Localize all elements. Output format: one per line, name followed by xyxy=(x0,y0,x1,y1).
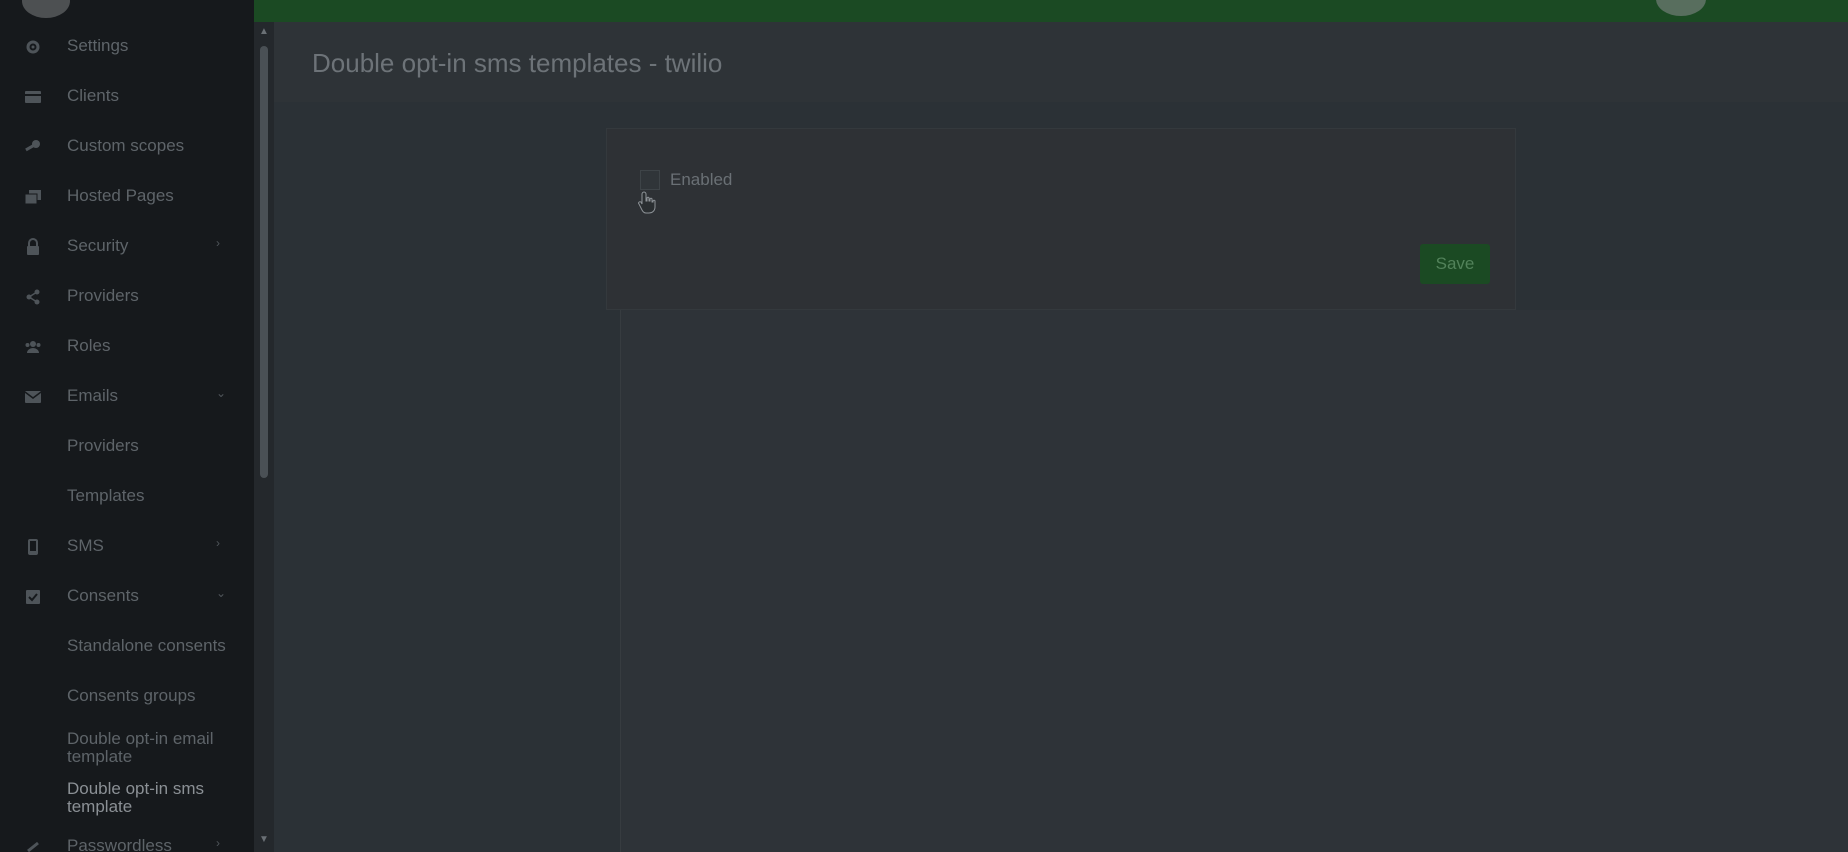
page-header: Double opt-in sms templates - twilio xyxy=(274,22,1848,102)
sidebar-subitem-standalone-consents[interactable]: Standalone consents xyxy=(0,622,254,672)
enabled-label: Enabled xyxy=(670,170,733,189)
envelope-icon xyxy=(24,388,42,406)
chevron-right-icon: › xyxy=(216,836,220,850)
sidebar-scrollbar[interactable]: ▲ ▼ xyxy=(254,22,274,852)
chevron-down-icon: ⌄ xyxy=(216,586,227,600)
sidebar-subitem-label: Templates xyxy=(67,486,145,505)
sidebar-item-emails[interactable]: Emails ⌄ xyxy=(0,372,254,422)
sidebar-item-label: Roles xyxy=(67,336,111,355)
sidebar-subitem-label: Consents groups xyxy=(67,686,196,705)
sidebar-item-label: Hosted Pages xyxy=(67,186,174,205)
hand-cursor-icon xyxy=(637,190,657,214)
sidebar-item-hosted-pages[interactable]: Hosted Pages xyxy=(0,172,254,222)
enabled-checkbox[interactable] xyxy=(640,170,660,190)
gear-icon xyxy=(24,38,42,56)
sidebar-subitem-double-optin-sms[interactable]: Double opt-in sms template xyxy=(0,772,254,822)
sidebar-item-clients[interactable]: Clients xyxy=(0,72,254,122)
chevron-right-icon: › xyxy=(216,236,220,250)
sidebar-item-security[interactable]: Security › xyxy=(0,222,254,272)
pages-icon xyxy=(24,188,42,206)
key-icon xyxy=(24,138,42,156)
users-icon xyxy=(24,338,42,356)
link-icon xyxy=(24,838,42,852)
sidebar-subitem-double-optin-email[interactable]: Double opt-in email template xyxy=(0,722,254,772)
scroll-down-arrow-icon[interactable]: ▼ xyxy=(258,834,270,846)
top-bar xyxy=(0,0,1848,22)
sidebar-item-sms[interactable]: SMS › xyxy=(0,522,254,572)
sidebar-item-label: Custom scopes xyxy=(67,136,185,155)
chevron-right-icon: › xyxy=(216,536,220,550)
card-icon xyxy=(24,88,42,106)
share-icon xyxy=(24,288,42,306)
checkbox-icon xyxy=(24,588,42,606)
sidebar-subitem-email-templates[interactable]: Templates xyxy=(0,472,254,522)
user-avatar[interactable] xyxy=(1656,0,1706,16)
sidebar-subitem-consents-groups[interactable]: Consents groups xyxy=(0,672,254,722)
template-editor-area xyxy=(620,310,1848,852)
sidebar-subitem-label: Standalone consents xyxy=(67,636,226,655)
lock-icon xyxy=(24,238,42,256)
sidebar-subitem-label: Double opt-in email template xyxy=(67,729,214,766)
page-title: Double opt-in sms templates - twilio xyxy=(312,48,723,78)
sidebar-item-label: Settings xyxy=(67,36,129,55)
mobile-icon xyxy=(24,538,42,556)
sidebar-item-providers[interactable]: Providers xyxy=(0,272,254,322)
sidebar-item-passwordless[interactable]: Passwordless › xyxy=(0,822,254,852)
sidebar-subitem-email-providers[interactable]: Providers xyxy=(0,422,254,472)
sidebar-item-consents[interactable]: Consents ⌄ xyxy=(0,572,254,622)
sidebar-item-label: Security xyxy=(67,236,129,255)
scrollbar-thumb[interactable] xyxy=(260,46,268,478)
sidebar-item-label: Clients xyxy=(67,86,119,105)
sidebar-item-custom-scopes[interactable]: Custom scopes xyxy=(0,122,254,172)
sidebar-subitem-label: Providers xyxy=(67,436,139,455)
sidebar-nav: Settings Clients Custom scopes Hosted Pa… xyxy=(0,22,254,852)
sidebar-item-label: Passwordless xyxy=(67,836,172,852)
sidebar-item-settings[interactable]: Settings xyxy=(0,22,254,72)
sidebar-item-label: Consents xyxy=(67,586,139,605)
scroll-up-arrow-icon[interactable]: ▲ xyxy=(258,26,270,38)
chevron-down-icon: ⌄ xyxy=(216,386,227,400)
sidebar: Settings Clients Custom scopes Hosted Pa… xyxy=(0,0,254,852)
logo xyxy=(22,0,70,18)
sidebar-header xyxy=(0,0,254,22)
template-form-panel xyxy=(606,128,1516,310)
main-content: Double opt-in sms templates - twilio Ena… xyxy=(274,22,1848,852)
save-button[interactable]: Save xyxy=(1420,244,1490,284)
sidebar-item-roles[interactable]: Roles xyxy=(0,322,254,372)
sidebar-item-label: SMS xyxy=(67,536,104,555)
sidebar-item-label: Emails xyxy=(67,386,119,405)
sidebar-subitem-label: Double opt-in sms template xyxy=(67,779,205,816)
app: Settings Clients Custom scopes Hosted Pa… xyxy=(0,0,1848,852)
sidebar-item-label: Providers xyxy=(67,286,139,305)
